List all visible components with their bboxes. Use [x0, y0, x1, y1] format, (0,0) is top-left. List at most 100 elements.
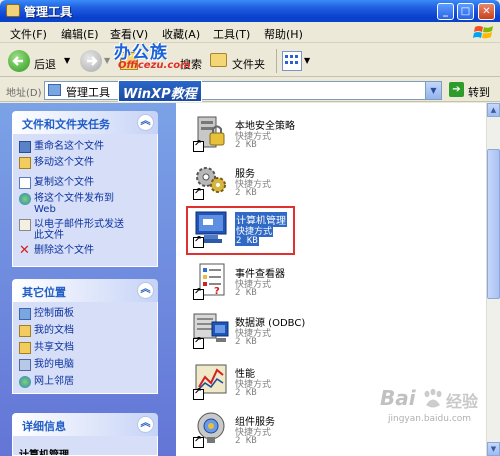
file-size: 2 KB	[235, 388, 257, 398]
file-item[interactable]: 服务 快捷方式 2 KB	[188, 161, 328, 203]
collapse-chevron-icon[interactable]: ︽	[137, 416, 154, 433]
title-bar[interactable]: 管理工具 _ □ ✕	[0, 0, 500, 22]
views-icon[interactable]	[282, 51, 302, 71]
address-value: 管理工具	[66, 86, 110, 99]
file-size: 2 KB	[235, 337, 257, 347]
place-my-computer[interactable]: 我的电脑	[19, 359, 139, 371]
task-rename-label[interactable]: 重命名这个文件	[34, 141, 104, 152]
file-size: 2 KB	[235, 236, 259, 246]
folder-icon	[6, 4, 20, 17]
file-item[interactable]: ? 事件查看器 快捷方式 2 KB	[188, 261, 328, 303]
task-publish-label-2[interactable]: Web	[34, 204, 56, 215]
search-button[interactable]: 搜索	[180, 56, 202, 72]
task-email-label[interactable]: 以电子邮件形式发送	[34, 219, 124, 230]
menu-bar: 文件(F) 编辑(E) 查看(V) 收藏(A) 工具(T) 帮助(H)	[0, 22, 500, 43]
menu-tools[interactable]: 工具(T)	[213, 26, 250, 42]
menu-view[interactable]: 查看(V)	[110, 26, 148, 42]
menu-help[interactable]: 帮助(H)	[264, 26, 303, 42]
my-computer-icon	[19, 359, 31, 371]
file-item[interactable]: 组件服务 快捷方式 2 KB	[188, 409, 328, 451]
task-email[interactable]: 以电子邮件形式发送 此文件	[19, 219, 151, 243]
place-my-documents[interactable]: 我的文档	[19, 325, 139, 337]
vertical-scrollbar[interactable]: ▲ ▼	[486, 103, 500, 456]
other-places-header[interactable]: 其它位置 ︽	[12, 279, 158, 302]
task-rename[interactable]: 重命名这个文件	[19, 141, 151, 153]
forward-dropdown-icon[interactable]: ▼	[104, 56, 110, 65]
file-size: 2 KB	[235, 188, 257, 198]
task-copy[interactable]: 复制这个文件	[19, 177, 151, 189]
file-item[interactable]: 性能 快捷方式 2 KB	[188, 361, 328, 403]
address-field[interactable]: 管理工具 ▼	[44, 81, 442, 100]
place-control-panel-label[interactable]: 控制面板	[34, 308, 74, 319]
task-move-label[interactable]: 移动这个文件	[34, 157, 94, 168]
collapse-chevron-icon[interactable]: ︽	[137, 282, 154, 299]
views-dropdown-icon[interactable]: ▼	[304, 56, 310, 65]
other-places-body: 控制面板 我的文档 共享文档 我的电脑 网上邻居	[12, 302, 158, 394]
menu-file[interactable]: 文件(F)	[10, 26, 47, 42]
address-dropdown-icon[interactable]: ▼	[425, 82, 441, 99]
task-move[interactable]: 移动这个文件	[19, 157, 151, 169]
task-publish-label[interactable]: 将这个文件发布到	[34, 193, 114, 204]
address-label: 地址(D)	[6, 88, 42, 99]
minimize-button[interactable]: _	[437, 3, 454, 20]
email-icon	[19, 219, 31, 231]
details-header[interactable]: 详细信息 ︽	[12, 413, 158, 436]
details-item-name: 计算机管理	[19, 450, 69, 456]
menu-edit[interactable]: 编辑(E)	[61, 26, 99, 42]
back-dropdown-icon[interactable]: ▼	[64, 56, 70, 65]
address-bar: 地址(D) 管理工具 ▼ ➔ 转到	[0, 78, 500, 102]
maximize-button[interactable]: □	[457, 3, 474, 20]
forward-arrow-icon[interactable]	[80, 50, 102, 72]
file-list: 本地安全策略 快捷方式 2 KB 服务 快捷方式 2 KB 计算机管理 快捷方式…	[176, 103, 486, 456]
scroll-thumb[interactable]	[487, 149, 500, 299]
shortcut-arrow-icon	[193, 187, 204, 200]
scroll-up-arrow-icon[interactable]: ▲	[487, 103, 500, 117]
place-network-label[interactable]: 网上邻居	[34, 376, 74, 387]
close-button[interactable]: ✕	[478, 3, 495, 20]
move-icon	[19, 157, 31, 169]
file-size: 2 KB	[235, 140, 257, 150]
menu-favorites[interactable]: 收藏(A)	[162, 26, 200, 42]
admin-tools-icon	[48, 84, 61, 96]
up-folder-icon[interactable]	[120, 52, 138, 70]
collapse-chevron-icon[interactable]: ︽	[137, 114, 154, 131]
shortcut-arrow-icon	[193, 435, 204, 448]
task-email-label-2[interactable]: 此文件	[34, 230, 64, 241]
task-delete-label[interactable]: 删除这个文件	[34, 245, 94, 256]
back-button[interactable]: 后退	[34, 56, 56, 72]
toolbar-divider	[276, 49, 277, 73]
folders-button[interactable]: 文件夹	[232, 56, 265, 72]
file-size: 2 KB	[235, 288, 257, 298]
rename-icon	[19, 141, 31, 153]
copy-icon	[19, 177, 31, 189]
folders-icon[interactable]	[210, 53, 227, 67]
file-item[interactable]: 本地安全策略 快捷方式 2 KB	[188, 113, 328, 155]
shortcut-arrow-icon	[193, 387, 204, 400]
place-shared-documents[interactable]: 共享文档	[19, 342, 139, 354]
delete-x-icon: ✕	[19, 243, 30, 258]
place-control-panel[interactable]: 控制面板	[19, 308, 139, 320]
go-button[interactable]: 转到	[468, 84, 490, 100]
place-my-computer-label[interactable]: 我的电脑	[34, 359, 74, 370]
windows-logo-icon	[473, 26, 493, 39]
task-pane: 文件和文件夹任务 ︽ 重命名这个文件 移动这个文件 复制这个文件 将这个文件发布…	[0, 103, 176, 456]
back-arrow-icon[interactable]	[8, 50, 30, 72]
file-item-selected[interactable]: 计算机管理 快捷方式 2 KB	[188, 209, 328, 251]
file-item[interactable]: 数据源 (ODBC) 快捷方式 2 KB	[188, 310, 328, 352]
control-panel-icon	[19, 308, 31, 320]
shortcut-arrow-icon	[193, 287, 204, 300]
task-copy-label[interactable]: 复制这个文件	[34, 177, 94, 188]
place-network[interactable]: 网上邻居	[19, 376, 139, 388]
go-arrow-icon[interactable]: ➔	[449, 82, 464, 97]
place-my-documents-label[interactable]: 我的文档	[34, 325, 74, 336]
toolbar: 后退 ▼ ▼ 搜索 文件夹 ▼	[0, 44, 500, 77]
file-size: 2 KB	[235, 436, 257, 446]
task-delete[interactable]: ✕ 删除这个文件	[19, 243, 151, 258]
details-body: 计算机管理	[12, 436, 158, 456]
task-publish[interactable]: 将这个文件发布到 Web	[19, 193, 151, 217]
shortcut-arrow-icon	[193, 139, 204, 152]
scroll-down-arrow-icon[interactable]: ▼	[487, 442, 500, 456]
file-tasks-header[interactable]: 文件和文件夹任务 ︽	[12, 111, 158, 134]
file-tasks-body: 重命名这个文件 移动这个文件 复制这个文件 将这个文件发布到 Web 以电子邮件…	[12, 134, 158, 267]
place-shared-documents-label[interactable]: 共享文档	[34, 342, 74, 353]
